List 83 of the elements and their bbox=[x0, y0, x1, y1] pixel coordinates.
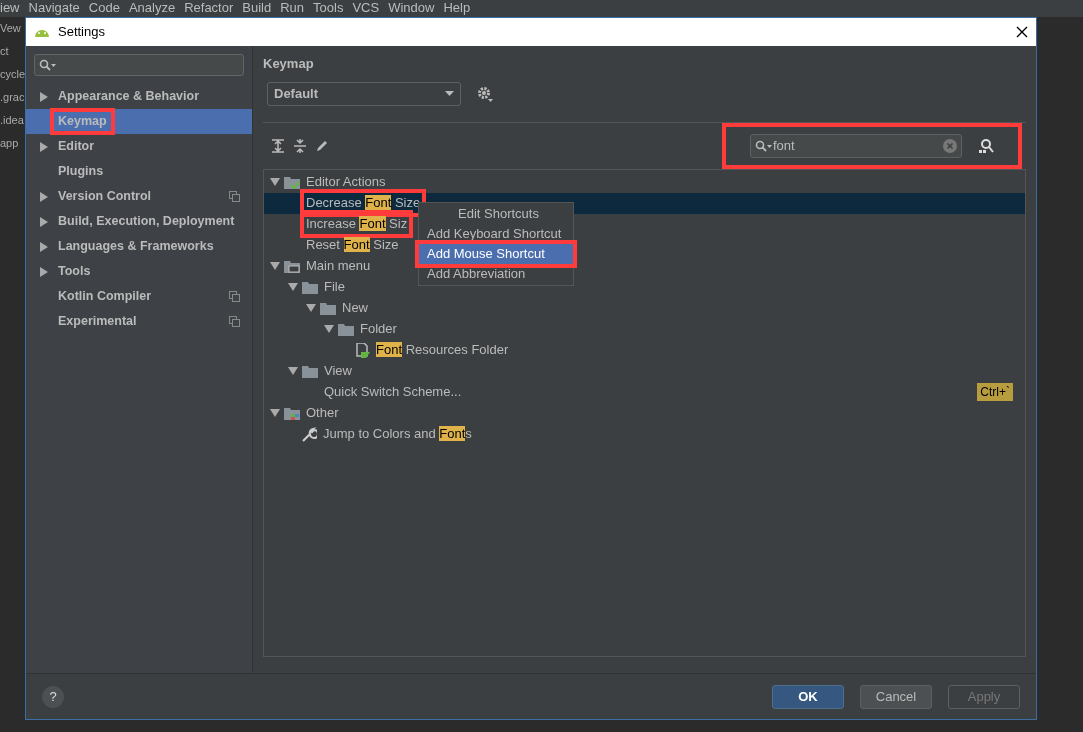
search-icon bbox=[39, 59, 57, 71]
group-label[interactable]: New bbox=[340, 298, 370, 318]
menu-item[interactable]: Tools bbox=[313, 0, 344, 17]
collapse-arrow-icon[interactable] bbox=[270, 262, 280, 270]
menu-item[interactable]: Analyze bbox=[128, 0, 176, 17]
menu-item[interactable]: VCS bbox=[352, 0, 380, 17]
collapse-arrow-icon[interactable] bbox=[306, 304, 316, 312]
folder-icon bbox=[338, 322, 354, 336]
expand-all-icon[interactable] bbox=[271, 138, 285, 153]
menu-item[interactable]: Build bbox=[242, 0, 272, 17]
group-label[interactable]: File bbox=[322, 277, 347, 297]
help-button[interactable]: ? bbox=[42, 685, 64, 708]
copy-icon bbox=[229, 316, 240, 327]
dialog-button[interactable]: OK bbox=[772, 684, 844, 709]
project-tree-item[interactable]: .grac bbox=[0, 86, 25, 109]
group-label[interactable]: Other bbox=[304, 403, 341, 423]
folder-icon bbox=[320, 301, 336, 315]
expand-arrow-icon[interactable] bbox=[40, 266, 50, 277]
menu-item[interactable]: Add Keyboard Shortcut bbox=[419, 223, 573, 244]
menu-item[interactable]: Navigate bbox=[28, 0, 80, 17]
dialog-button[interactable]: Cancel bbox=[860, 684, 932, 709]
collapse-arrow-icon[interactable] bbox=[270, 178, 280, 186]
project-tree-item[interactable]: Vew bbox=[0, 17, 25, 40]
expand-arrow-icon[interactable] bbox=[40, 91, 50, 102]
page-title: Keymap bbox=[263, 55, 315, 73]
caret-icon bbox=[445, 91, 454, 96]
menu-item[interactable]: Edit Shortcuts bbox=[419, 203, 573, 224]
expand-arrow-icon[interactable] bbox=[40, 191, 50, 202]
menu-item[interactable]: Add Abbreviation bbox=[419, 263, 573, 284]
folder-icon bbox=[302, 364, 318, 378]
collapse-arrow-icon[interactable] bbox=[288, 367, 298, 375]
wrench-icon bbox=[302, 426, 317, 442]
sidebar-item[interactable]: Kotlin Compiler bbox=[26, 284, 252, 309]
group-label[interactable]: View bbox=[322, 361, 354, 381]
expand-arrow-icon[interactable] bbox=[40, 216, 50, 227]
copy-icon bbox=[229, 191, 240, 202]
sidebar-item[interactable]: Editor bbox=[26, 134, 252, 159]
collapse-arrow-icon[interactable] bbox=[270, 409, 280, 417]
expand-arrow-icon[interactable] bbox=[40, 141, 50, 152]
collapse-all-icon[interactable] bbox=[293, 138, 307, 153]
group-label[interactable]: Folder bbox=[358, 319, 399, 339]
project-tree-item[interactable]: ct bbox=[0, 40, 25, 63]
search-query: font bbox=[773, 136, 795, 155]
menu-item[interactable]: iew bbox=[0, 0, 20, 17]
menu-item[interactable]: Run bbox=[280, 0, 305, 17]
find-shortcut-icon[interactable] bbox=[978, 137, 994, 154]
sidebar-item[interactable]: Tools bbox=[26, 259, 252, 284]
collapse-arrow-icon[interactable] bbox=[324, 325, 334, 333]
project-tree-item[interactable]: app bbox=[0, 132, 25, 155]
clear-icon[interactable] bbox=[943, 138, 957, 153]
folder-icon bbox=[284, 175, 300, 189]
copy-icon bbox=[229, 291, 240, 302]
sidebar-item[interactable]: Experimental bbox=[26, 309, 252, 334]
folder-icon bbox=[284, 406, 300, 420]
folder-icon bbox=[302, 280, 318, 294]
gear-icon[interactable] bbox=[477, 85, 493, 102]
sidebar-item[interactable]: Build, Execution, Deployment bbox=[26, 209, 252, 234]
search-icon bbox=[755, 139, 773, 152]
sidebar-item[interactable]: Appearance & Behavior bbox=[26, 84, 252, 109]
expand-arrow-icon[interactable] bbox=[40, 241, 50, 252]
sidebar-item[interactable]: Languages & Frameworks bbox=[26, 234, 252, 259]
shortcut-tag: Ctrl+` bbox=[977, 383, 1013, 401]
project-tree-item[interactable]: .idea bbox=[0, 109, 25, 132]
menu-item[interactable]: Window bbox=[388, 0, 435, 17]
project-tree-item[interactable]: cycle bbox=[0, 63, 25, 86]
collapse-arrow-icon[interactable] bbox=[288, 283, 298, 291]
sidebar-item[interactable]: Version Control bbox=[26, 184, 252, 209]
action-label[interactable]: Reset Font Size bbox=[304, 235, 401, 255]
scheme-dropdown[interactable]: Default bbox=[267, 81, 461, 106]
menu-folder-icon bbox=[284, 259, 300, 273]
menu-item[interactable]: Refactor bbox=[184, 0, 234, 17]
action-label[interactable]: Quick Switch Scheme... bbox=[322, 382, 464, 402]
window-title: Settings bbox=[58, 23, 105, 42]
group-label[interactable]: Editor Actions bbox=[304, 172, 388, 192]
file-icon bbox=[356, 342, 370, 358]
group-label[interactable]: Main menu bbox=[304, 256, 373, 276]
menu-item[interactable]: Help bbox=[443, 0, 471, 17]
pencil-icon[interactable] bbox=[315, 138, 329, 153]
action-label[interactable]: Font Resources Folder bbox=[374, 340, 511, 360]
menu-item[interactable]: Code bbox=[88, 0, 120, 17]
search-field[interactable] bbox=[34, 54, 244, 76]
search-field[interactable]: font bbox=[750, 133, 962, 158]
sidebar-item[interactable]: Plugins bbox=[26, 159, 252, 184]
